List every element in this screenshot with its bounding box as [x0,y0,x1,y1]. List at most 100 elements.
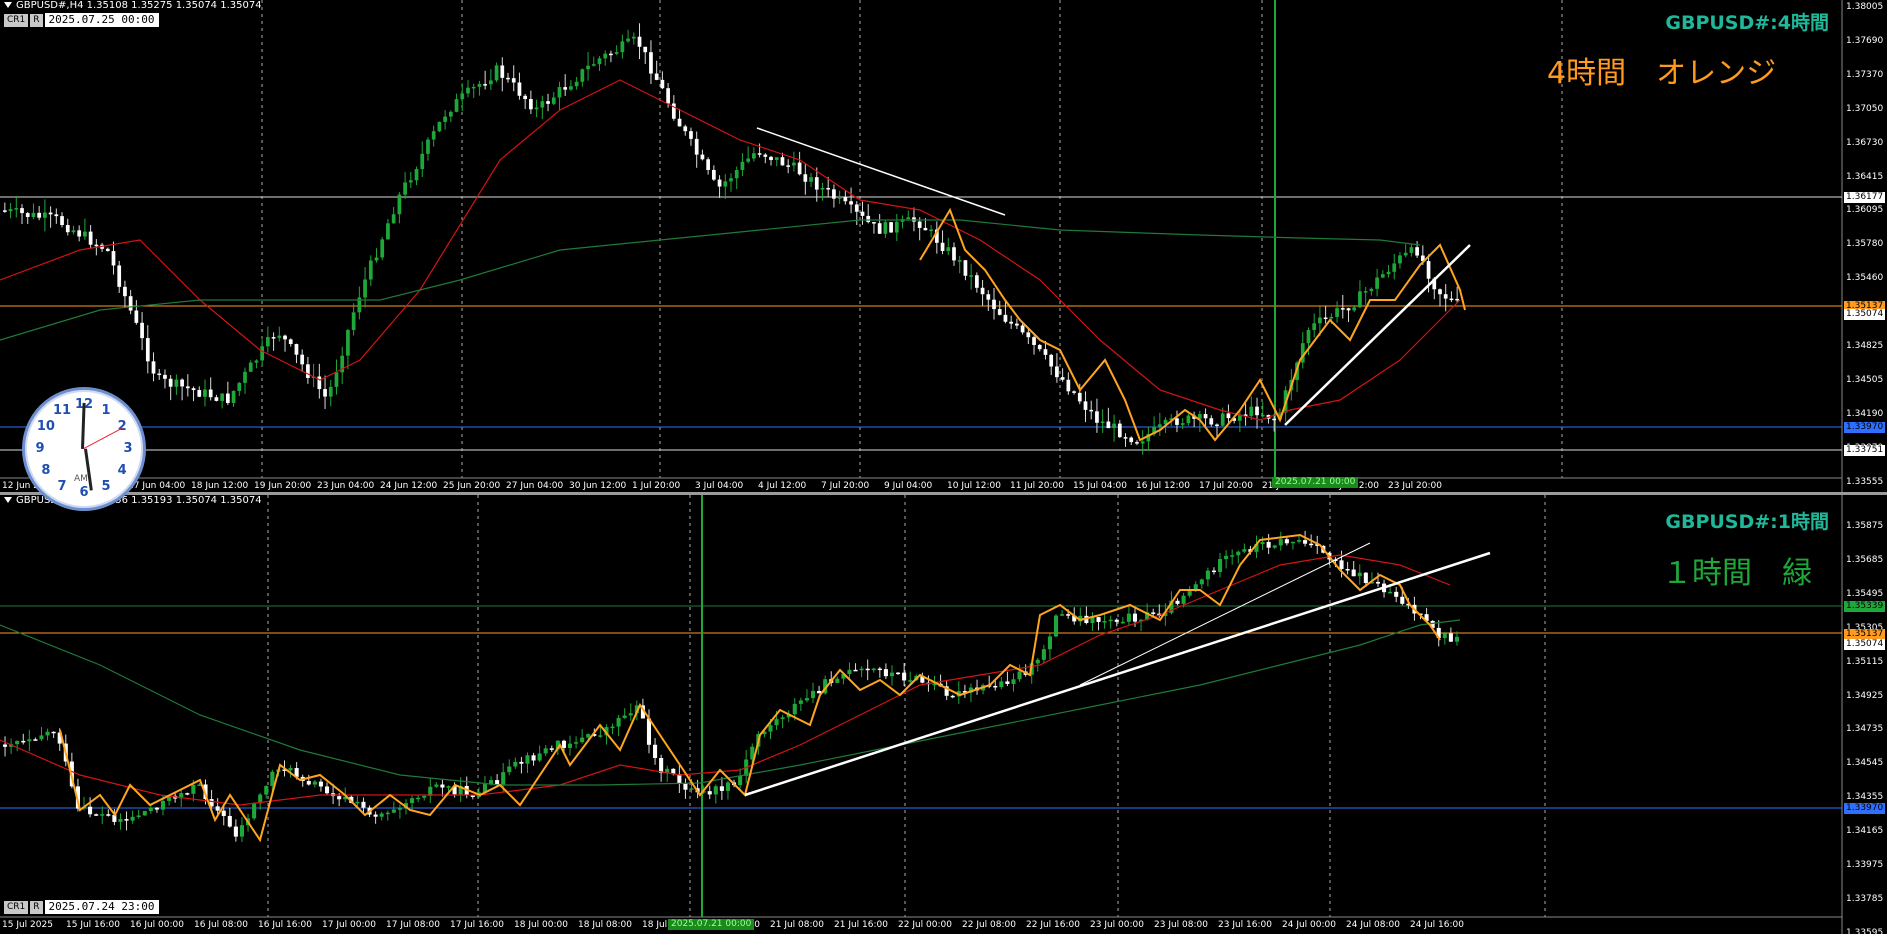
h1-symbol-header: GBPUSD#,H1 1.35156 1.35193 1.35074 1.350… [4,495,262,506]
candle-body [252,803,257,819]
candle-body [832,189,836,199]
time-tick-label: 24 Jun 12:00 [380,481,438,491]
candle-body [361,801,366,808]
price-tick-label: 1.34505 [1846,374,1884,385]
candle-body [448,111,453,117]
candle-body [902,672,907,681]
candle-body [1266,541,1271,548]
candle-body [517,82,522,96]
h1-chart-pane[interactable]: GBPUSD#,H1 1.35156 1.35193 1.35074 1.350… [0,495,1887,934]
candle-body [659,758,664,773]
candle-body [677,118,682,127]
candle-body [94,814,99,816]
candle-body [814,177,819,190]
candle-body [646,718,652,745]
candle-body [1083,401,1088,410]
candle-body [529,99,533,110]
cr-tag[interactable]: CR1 [4,13,29,27]
candle-body [1278,539,1283,546]
candle-body [860,211,865,216]
candle-body [397,194,402,215]
candle-body [1126,613,1131,622]
candle-body [849,201,853,205]
candle-body [380,239,385,258]
candle-body [151,361,156,374]
candle-body [1032,337,1036,345]
candle-body [546,101,550,104]
candle-body [774,719,779,726]
time-tick-label: 10 Jul 12:00 [947,481,1001,491]
candle-body [580,737,585,743]
collapse-triangle-icon[interactable] [4,2,12,8]
price-tick-label: 1.34165 [1846,826,1884,837]
analog-clock-widget[interactable]: 121234567891011 AM [22,387,146,511]
r-tag[interactable]: R [30,13,43,27]
time-tick-label: 7 Jul 20:00 [821,481,870,491]
candle-body [1339,560,1344,569]
candle-body [1077,392,1082,402]
candle-body [148,807,153,812]
candle-body [31,212,36,217]
candle-body [397,808,402,810]
candle-body [334,372,339,387]
candle-body [100,814,105,816]
candle-body [1351,569,1356,577]
price-tick-label: 1.38005 [1846,2,1884,12]
candle-body [1375,277,1379,289]
collapse-triangle-icon[interactable] [4,497,12,503]
h1-datetime: 2025.07.24 23:00 [44,900,159,914]
r-tag[interactable]: R [30,900,43,914]
candle-body [653,744,658,759]
h4-ohlc-text: GBPUSD#,H4 1.35108 1.35275 1.35074 1.350… [16,0,262,11]
candle-body [1106,421,1111,429]
candle-body [1272,418,1277,421]
candle-body [763,154,768,157]
price-tick-label: 1.33555 [1846,476,1884,487]
candle-body [1005,681,1010,684]
candle-body [866,215,871,223]
candle-body [792,703,797,715]
white-trendline [1079,542,1371,686]
time-tick-label: 17 Jul 16:00 [450,920,504,930]
candle-body [1047,636,1052,650]
candle-body [557,87,562,98]
candle-body [180,379,184,387]
candle-body [21,740,26,743]
clock-hour-number: 11 [52,402,72,418]
candle-body [157,373,162,376]
candle-body [288,339,293,345]
price-tick-label: 1.35875 [1846,521,1884,531]
h4-chart-pane[interactable]: GBPUSD#,H4 1.35108 1.35275 1.35074 1.350… [0,0,1887,493]
candle-body [580,69,585,82]
candle-body [986,294,991,300]
candle-body [1438,289,1442,295]
candle-body [780,157,785,166]
time-tick-label: 18 Jul 08:00 [578,920,632,930]
candle-body [999,681,1004,688]
candle-body [1386,271,1391,275]
candle-body [1041,649,1046,660]
candle-body [215,806,220,811]
h1-price-chart[interactable] [0,495,1887,934]
price-tick-label: 1.35780 [1846,239,1884,250]
candle-body [569,86,573,90]
candle-body [1358,291,1362,308]
candle-body [410,798,415,804]
candle-body [105,248,110,252]
candle-body [1049,354,1054,367]
candle-body [391,809,396,813]
candle-body [15,740,20,745]
candle-body [39,735,44,740]
candle-body [374,257,379,261]
candle-body [1215,424,1219,426]
price-tick-label: 1.35460 [1846,273,1884,284]
price-tick-label: 1.34735 [1846,724,1884,735]
candle-body [725,782,730,791]
price-tick-label: 1.36095 [1846,205,1884,216]
candle-body [683,126,688,132]
candle-body [969,275,973,277]
candle-body [609,53,613,56]
candle-body [1205,570,1210,580]
price-tick-label: 1.34190 [1846,408,1884,419]
cr-tag[interactable]: CR1 [4,900,29,914]
